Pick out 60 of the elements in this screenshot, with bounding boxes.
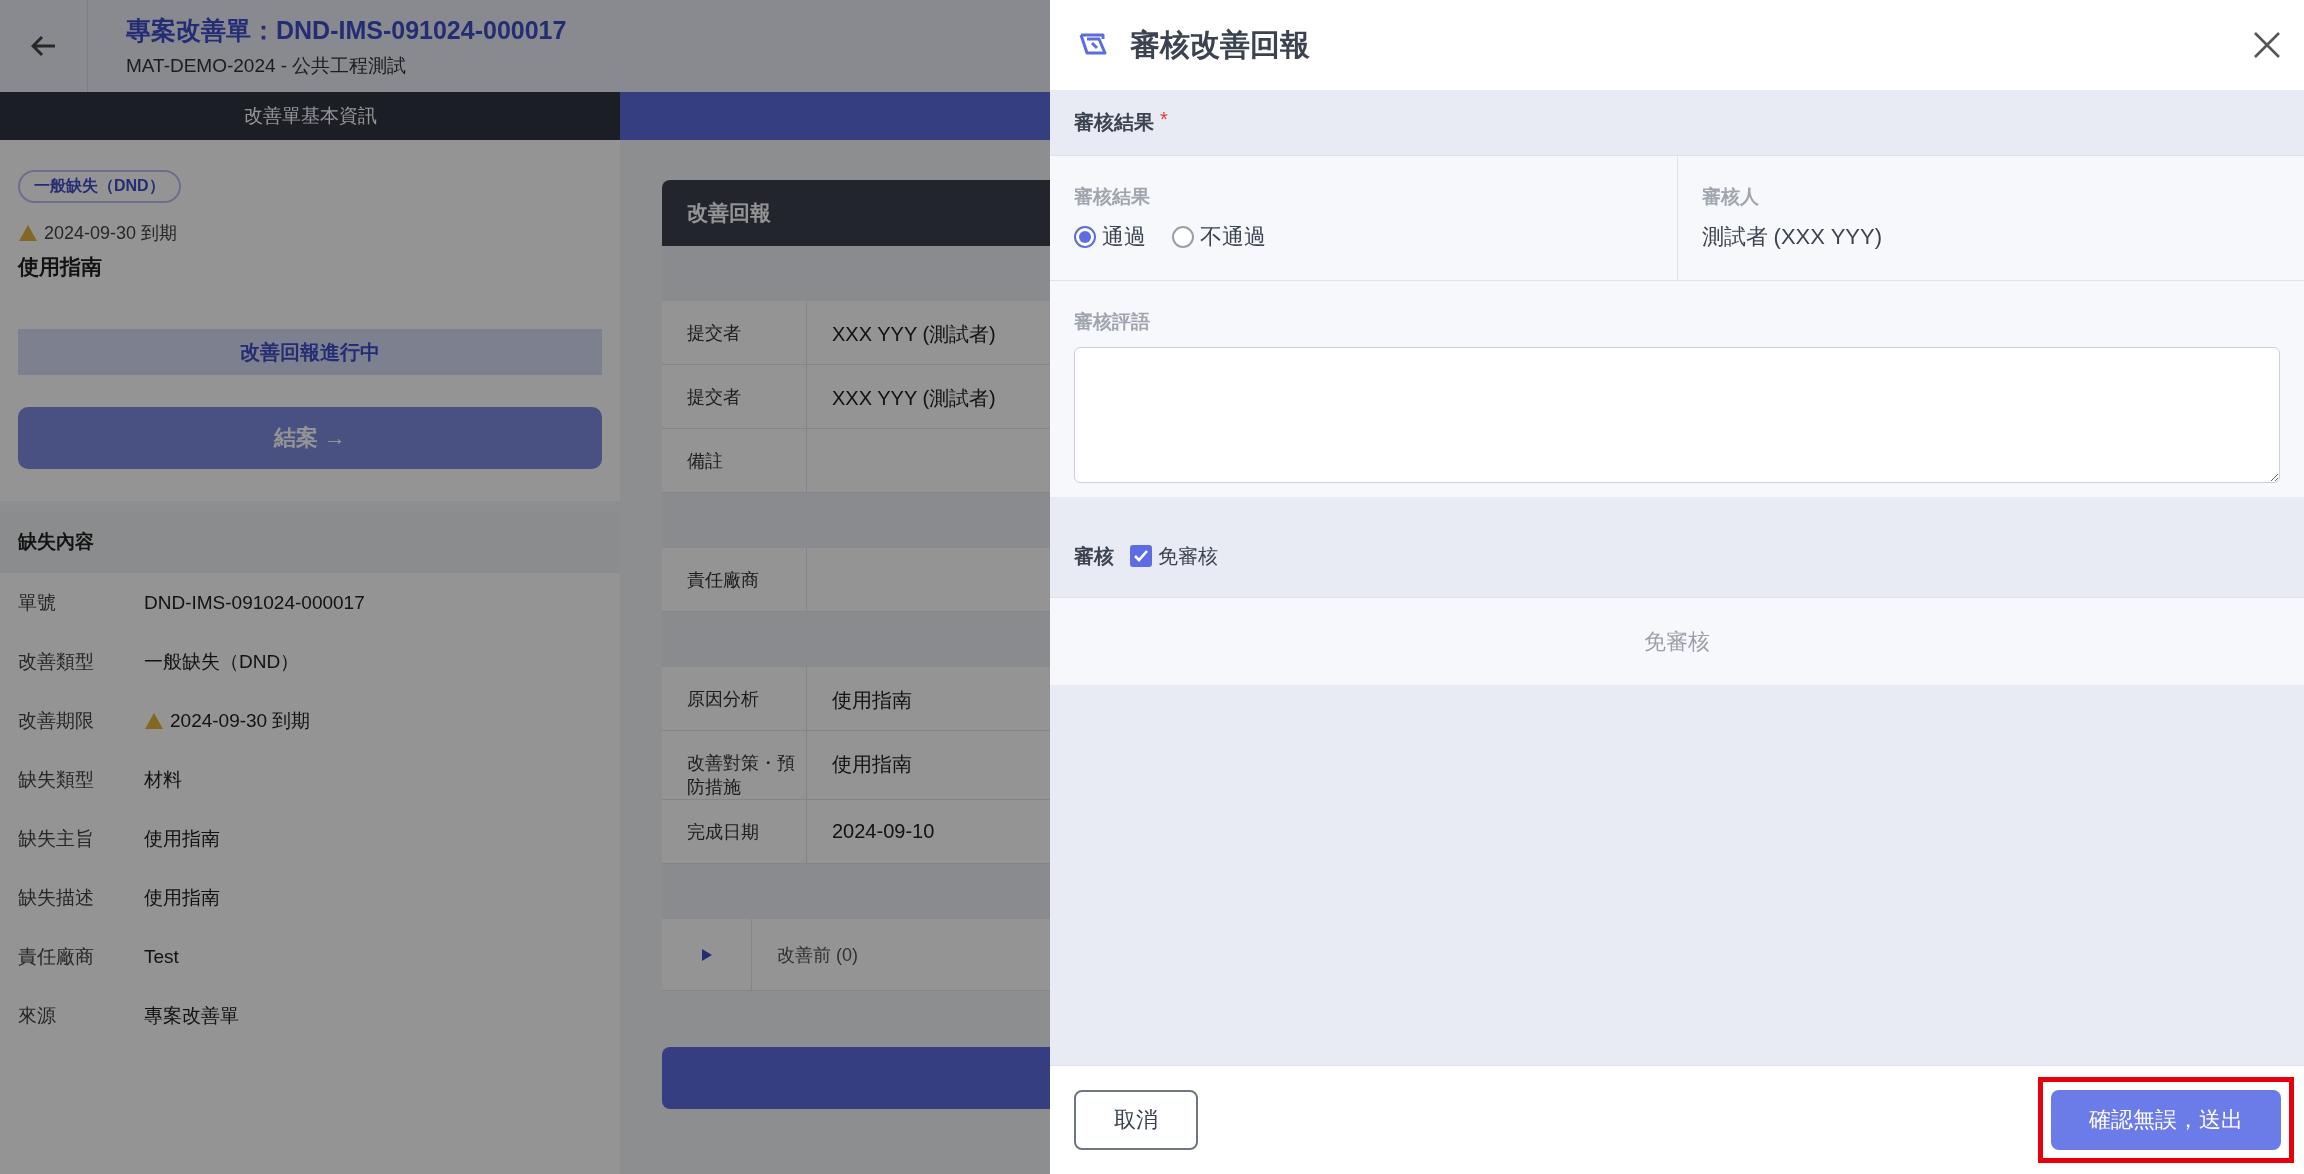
exempt-checkbox[interactable]: 免審核 xyxy=(1130,542,1218,570)
tab[interactable]: 改善單基本資訊 xyxy=(0,92,620,140)
radio-option[interactable]: 通過 xyxy=(1074,222,1146,252)
field-value: 材料 xyxy=(144,767,182,792)
section-title: 審核 xyxy=(1074,543,1114,569)
due-date: 2024-09-30 到期 xyxy=(44,222,178,245)
field-label: 審核人 xyxy=(1701,185,1760,209)
caret-icon xyxy=(700,947,713,962)
field-value: 使用指南 xyxy=(831,752,912,777)
comment-field[interactable] xyxy=(1074,347,2280,483)
field-label: 提交者 xyxy=(662,365,807,428)
photo-group-label: 改善前 (0) xyxy=(776,943,858,967)
field-value: 專案改善單 xyxy=(144,1003,239,1028)
warning-icon xyxy=(144,711,164,730)
field-label: 缺失類型 xyxy=(18,767,95,792)
defect-subject: 使用指南 xyxy=(18,254,102,280)
field-label: 備註 xyxy=(662,429,807,492)
field-value: 一般缺失（DND） xyxy=(144,649,300,674)
radio-option[interactable]: 不通過 xyxy=(1172,222,1266,252)
card-header: 改善回報 xyxy=(662,180,1050,246)
field-label: 審核結果 xyxy=(1074,185,1151,209)
reviewer-name: 測試者 (XXX YYY) xyxy=(1701,223,1884,251)
type-tag: 一般缺失（DND） xyxy=(18,170,181,203)
field-label: 改善期限 xyxy=(18,708,95,733)
status-banner: 改善回報進行中 xyxy=(18,329,602,375)
field-value: XXX YYY (測試者) xyxy=(831,322,996,347)
field-label: 缺失描述 xyxy=(18,885,95,910)
field-value: DND-IMS-091024-000017 xyxy=(144,591,365,614)
field-label: 完成日期 xyxy=(662,800,807,863)
field-label: 原因分析 xyxy=(662,667,807,730)
page-title: 專案改善單：DND-IMS-091024-000017 xyxy=(126,14,567,46)
warning-icon xyxy=(18,224,38,242)
field-value: 使用指南 xyxy=(144,885,220,910)
field-value: Test xyxy=(144,945,179,968)
field-label: 審核評語 xyxy=(1074,310,1151,334)
cancel-button[interactable]: 取消 xyxy=(1074,1090,1198,1150)
tab[interactable] xyxy=(620,92,1050,140)
section-header: 缺失內容 xyxy=(0,501,620,573)
field-value: 使用指南 xyxy=(831,688,912,713)
field-value: 2024-09-10 xyxy=(831,819,935,844)
field-value: XXX YYY (測試者) xyxy=(831,386,996,411)
field-value: 2024-09-30 到期 xyxy=(170,708,311,733)
field-label: 來源 xyxy=(18,1003,57,1028)
section-title: 審核結果 xyxy=(1074,110,1154,135)
exempt-note: 免審核 xyxy=(1644,627,1710,656)
field-label: 改善類型 xyxy=(18,649,95,674)
field-label: 提交者 xyxy=(662,301,807,364)
field-label: 缺失主旨 xyxy=(18,826,95,851)
close-button[interactable] xyxy=(2252,30,2282,60)
back-arrow-icon xyxy=(30,35,57,57)
submit-button[interactable]: 確認無誤，送出 xyxy=(2051,1090,2281,1150)
field-label: 改善對策・預防措施 xyxy=(662,731,807,799)
field-label: 責任廠商 xyxy=(18,944,95,969)
drawer-title: 審核改善回報 xyxy=(1130,26,1311,63)
field-value: 使用指南 xyxy=(144,826,220,851)
field-label: 單號 xyxy=(18,590,57,615)
required-asterisk: * xyxy=(1160,108,1168,131)
field-label: 責任廠商 xyxy=(662,548,807,611)
project-subtitle: MAT-DEMO-2024 - 公共工程測試 xyxy=(126,53,408,78)
check-icon xyxy=(1133,549,1149,563)
